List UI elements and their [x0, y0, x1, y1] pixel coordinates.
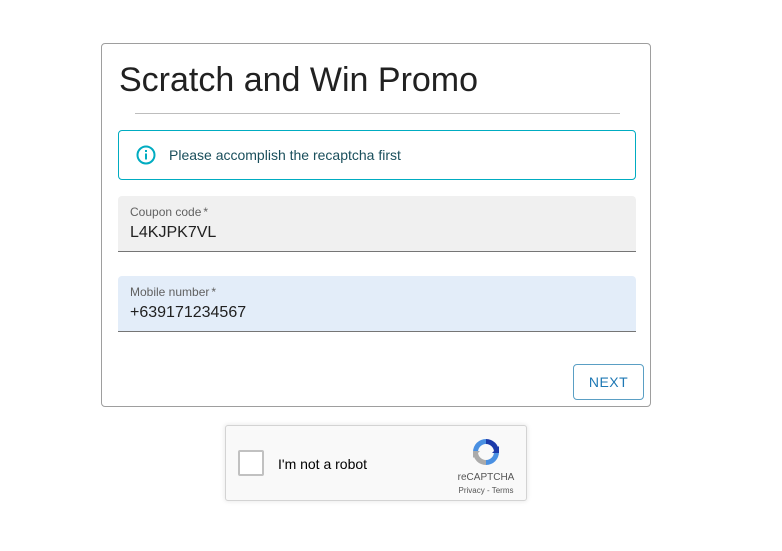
promo-form-card: Scratch and Win Promo Please accomplish …	[101, 43, 651, 407]
page-title: Scratch and Win Promo	[119, 61, 479, 99]
terms-link[interactable]: Terms	[492, 486, 514, 495]
required-marker: *	[203, 205, 209, 219]
mobile-number-label: Mobile number *	[130, 285, 217, 299]
recaptcha-logo-icon	[473, 439, 499, 465]
recaptcha-brand: reCAPTCHA	[457, 472, 515, 483]
recaptcha-checkbox[interactable]	[238, 450, 264, 476]
link-separator: -	[484, 486, 492, 495]
title-divider	[135, 113, 620, 114]
coupon-code-input[interactable]	[130, 224, 620, 242]
next-button[interactable]: NEXT	[573, 364, 644, 400]
recaptcha-widget: I'm not a robot reCAPTCHA Privacy - Term…	[225, 425, 527, 501]
privacy-link[interactable]: Privacy	[459, 486, 485, 495]
coupon-code-label: Coupon code *	[130, 205, 209, 219]
coupon-code-field[interactable]: Coupon code *	[118, 196, 636, 252]
required-marker: *	[211, 285, 217, 299]
mobile-number-field[interactable]: Mobile number *	[118, 276, 636, 332]
info-icon	[136, 145, 156, 165]
alert-message: Please accomplish the recaptcha first	[169, 147, 401, 163]
mobile-number-input[interactable]	[130, 304, 620, 322]
recaptcha-links: Privacy - Terms	[448, 486, 524, 495]
recaptcha-alert: Please accomplish the recaptcha first	[118, 130, 636, 180]
recaptcha-label: I'm not a robot	[278, 456, 368, 472]
